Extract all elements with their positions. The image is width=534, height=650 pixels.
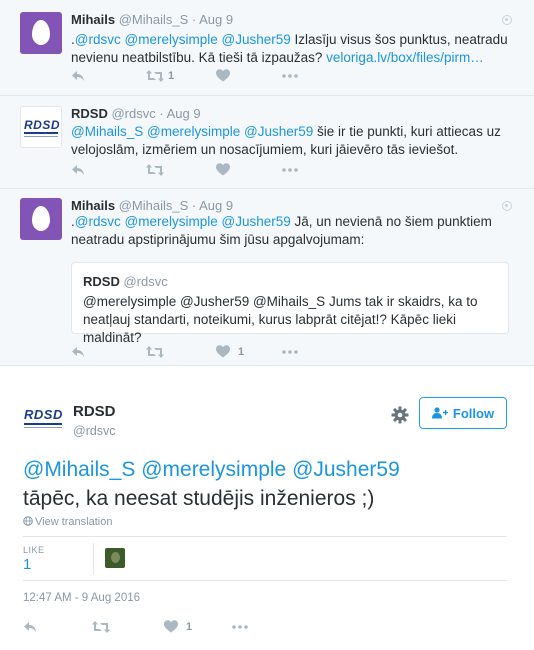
display-name[interactable]: RDSD	[73, 403, 116, 420]
more-icon[interactable]	[282, 163, 298, 179]
more-icon[interactable]	[282, 345, 298, 361]
mention[interactable]: @Mihails_S	[71, 124, 143, 139]
tweet-time[interactable]: Aug 9	[199, 12, 233, 27]
mention[interactable]: @Jusher59	[292, 458, 400, 481]
divider	[93, 543, 94, 575]
retweet-icon[interactable]	[92, 620, 110, 636]
handle[interactable]: @rdsvc	[73, 424, 116, 438]
globe-icon	[23, 516, 33, 526]
avatar[interactable]: RDSD	[20, 106, 62, 148]
mention[interactable]: @merelysimple	[125, 32, 218, 47]
display-name[interactable]: Mihails	[71, 12, 115, 27]
mention[interactable]: @merelysimple	[141, 458, 286, 481]
avatar[interactable]	[20, 12, 62, 54]
caret-icon[interactable]	[502, 201, 512, 211]
tweet-text: .@rdsvc @merelysimple @Jusher59 Izlasīju…	[71, 31, 511, 67]
like-icon[interactable]: 1	[164, 620, 192, 636]
reply-icon[interactable]	[23, 620, 37, 636]
handle[interactable]: @rdsvc	[111, 106, 155, 121]
tweet-stats: LIKE 1	[23, 536, 507, 581]
quoted-tweet[interactable]: RDSD @rdsvc @merelysimple @Jusher59 @Mih…	[71, 262, 509, 345]
tweet-link[interactable]: veloriga.lv/box/files/pirm…	[326, 50, 484, 65]
tweet-header: RDSD @rdsvc · Aug 9	[71, 106, 201, 121]
handle[interactable]: @Mihails_S	[119, 198, 189, 213]
tweet-time[interactable]: Aug 9	[167, 106, 201, 121]
rdsd-logo-icon: RDSD	[24, 407, 63, 422]
more-icon[interactable]	[232, 620, 248, 636]
tweet-actions: 1	[71, 69, 331, 85]
like-icon[interactable]: 1	[216, 345, 244, 361]
egg-icon	[32, 206, 50, 231]
display-name[interactable]: Mihails	[71, 198, 115, 213]
thread-tweet[interactable]: RDSD RDSD @rdsvc · Aug 9 @Mihails_S @mer…	[0, 96, 534, 189]
quoted-header: RDSD @rdsvc	[83, 274, 168, 289]
more-icon[interactable]	[282, 69, 298, 85]
view-translation-link[interactable]: View translation	[23, 516, 112, 528]
tweet-header: Mihails @Mihails_S · Aug 9	[71, 198, 234, 213]
follow-label: Follow	[452, 405, 495, 421]
display-name[interactable]: RDSD	[71, 106, 108, 121]
retweet-icon[interactable]	[146, 163, 164, 179]
main-tweet-body: tāpēc, ka neesat studējis inženieros ;)	[23, 487, 375, 510]
tweet-time[interactable]: Aug 9	[199, 198, 233, 213]
conversation-thread: Mihails @Mihails_S · Aug 9 .@rdsvc @mere…	[0, 0, 534, 366]
avatar[interactable]	[20, 198, 62, 240]
retweet-icon[interactable]: 1	[146, 69, 174, 85]
gear-icon[interactable]	[391, 406, 409, 424]
like-count: 1	[186, 621, 193, 633]
handle[interactable]: @rdsvc	[123, 274, 167, 289]
mention[interactable]: @Jusher59	[244, 124, 313, 139]
reply-icon[interactable]	[71, 345, 85, 361]
mention[interactable]: @Mihails_S	[23, 458, 135, 481]
avatar[interactable]: RDSD	[22, 405, 64, 433]
tweet-actions: 1	[23, 620, 283, 636]
mention[interactable]: @rdsvc	[75, 214, 121, 229]
mention[interactable]: @merelysimple	[125, 214, 218, 229]
retweet-count: 1	[168, 70, 175, 82]
quoted-text: @merelysimple @Jusher59 @Mihails_S Jums …	[83, 294, 478, 345]
reply-icon[interactable]	[71, 163, 85, 179]
follow-person-icon	[431, 407, 448, 419]
tweet-header: Mihails @Mihails_S · Aug 9	[71, 12, 234, 27]
display-name[interactable]: RDSD	[83, 274, 120, 289]
mention[interactable]: @rdsvc	[75, 32, 121, 47]
tweet-text: @Mihails_S @merelysimple @Jusher59 šie i…	[71, 123, 511, 159]
egg-icon	[32, 20, 50, 45]
liker-avatar[interactable]	[105, 548, 125, 568]
tweet-actions: 1	[71, 345, 331, 361]
thread-tweet[interactable]: Mihails @Mihails_S · Aug 9 .@rdsvc @mere…	[0, 0, 534, 96]
main-tweet-text: @Mihails_S @merelysimple @Jusher59 tāpēc…	[23, 455, 513, 513]
mention[interactable]: @merelysimple	[147, 124, 240, 139]
likes-label: LIKE	[23, 545, 45, 555]
tweet-actions	[71, 163, 331, 179]
tweet-text: .@rdsvc @merelysimple @Jusher59 Jā, un n…	[71, 213, 511, 249]
retweet-icon[interactable]	[146, 345, 164, 361]
main-tweet-mentions: @Mihails_S @merelysimple @Jusher59	[23, 455, 513, 484]
reply-icon[interactable]	[71, 69, 85, 85]
handle[interactable]: @Mihails_S	[119, 12, 189, 27]
tweet-timestamp[interactable]: 12:47 AM - 9 Aug 2016	[23, 592, 140, 604]
like-count: 1	[238, 346, 245, 358]
caret-icon[interactable]	[502, 15, 512, 25]
like-icon[interactable]	[216, 69, 230, 85]
likes-count-link[interactable]: 1	[23, 556, 31, 573]
mention[interactable]: @Jusher59	[222, 32, 291, 47]
follow-button[interactable]: Follow	[419, 397, 507, 429]
like-icon[interactable]	[216, 163, 230, 179]
mention[interactable]: @Jusher59	[222, 214, 291, 229]
rdsd-logo-icon: RDSD	[24, 118, 61, 132]
view-translation-label: View translation	[35, 516, 113, 528]
